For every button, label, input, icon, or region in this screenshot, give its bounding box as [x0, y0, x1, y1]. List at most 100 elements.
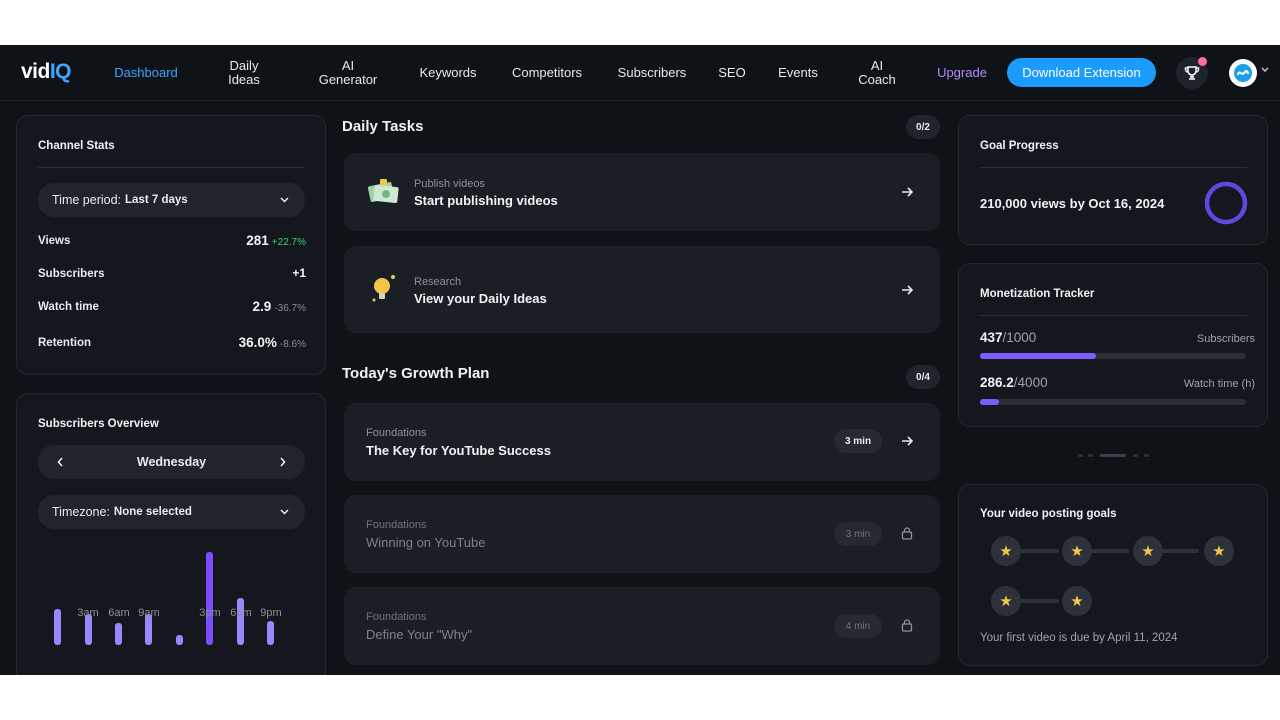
stat-label: Views — [38, 235, 71, 247]
current-value: 286.2 — [980, 375, 1014, 390]
task-publish-videos[interactable]: Publish videos Start publishing videos — [344, 153, 940, 231]
daily-tasks-title: Daily Tasks — [342, 118, 424, 135]
goal-progress-card: Goal Progress 210,000 views by Oct 16, 2… — [958, 115, 1268, 245]
lesson-kicker: Foundations — [366, 519, 427, 531]
lock-icon — [901, 619, 913, 632]
x-tick-label: 9am — [138, 607, 160, 619]
nav-dashboard[interactable]: Dashboard — [104, 45, 188, 101]
x-tick-label: 6pm — [230, 607, 252, 619]
posting-goals-footer: Your first video is due by April 11, 202… — [980, 632, 1178, 644]
chevron-down-icon — [280, 197, 289, 203]
arrow-right-icon — [902, 187, 914, 197]
stat-value: 281 +22.7% — [246, 233, 306, 248]
nav-daily-ideas[interactable]: Daily Ideas — [212, 45, 276, 101]
task-kicker: Publish videos — [414, 178, 485, 190]
subscriber-bar[interactable] — [176, 635, 183, 645]
stat-row-watch-time: Watch time 2.9 -36.7% — [38, 299, 306, 317]
star-icon: ★ — [1204, 536, 1234, 566]
chevron-left-icon[interactable] — [57, 457, 64, 467]
subscriber-bar[interactable] — [115, 623, 122, 645]
achievements-button[interactable] — [1176, 57, 1208, 89]
stat-number: 36.0% — [238, 335, 277, 350]
stat-label: Watch time — [38, 301, 99, 313]
carousel-dot[interactable] — [1088, 454, 1093, 457]
lesson-winning-on-youtube[interactable]: Foundations Winning on YouTube 3 min — [344, 495, 940, 573]
chevron-down-icon — [280, 509, 289, 515]
nav-ai-coach[interactable]: AI Coach — [847, 45, 907, 101]
chevron-right-icon[interactable] — [279, 457, 286, 467]
star-icon: ★ — [1062, 536, 1092, 566]
logo-text-iq: IQ — [49, 60, 72, 83]
target-value: /1000 — [1002, 330, 1037, 345]
subscriber-bar[interactable] — [237, 598, 244, 645]
nav-seo[interactable]: SEO — [712, 45, 752, 101]
day-selector: Wednesday — [38, 445, 305, 479]
nav-events[interactable]: Events — [768, 45, 828, 101]
carousel-indicator[interactable] — [1078, 454, 1150, 457]
carousel-dot[interactable] — [1078, 454, 1083, 457]
stat-label: Subscribers — [38, 268, 105, 280]
stat-label: Retention — [38, 337, 92, 349]
lesson-key-to-success[interactable]: Foundations The Key for YouTube Success … — [344, 403, 940, 481]
timezone-dropdown[interactable]: Timezone: None selected — [38, 495, 305, 529]
progress-label: Watch time (h) — [1183, 378, 1255, 390]
channel-logo-icon — [1234, 64, 1252, 82]
selected-day: Wednesday — [136, 455, 207, 469]
stat-number: 2.9 — [252, 299, 272, 314]
divider — [980, 315, 1247, 316]
subscribers-progress-bar — [980, 353, 1246, 359]
card-title: Your video posting goals — [980, 508, 1117, 520]
nav-upgrade[interactable]: Upgrade — [928, 45, 996, 101]
avatar[interactable] — [1229, 59, 1257, 87]
posting-goals-card: Your video posting goals ★ ★ ★ ★ ★ ★ You… — [958, 484, 1268, 666]
nav-subscribers[interactable]: Subscribers — [608, 45, 696, 101]
task-daily-ideas[interactable]: Research View your Daily Ideas — [344, 246, 940, 333]
task-kicker: Research — [414, 276, 462, 288]
star-icon: ★ — [991, 586, 1021, 616]
carousel-dot[interactable] — [1144, 454, 1149, 457]
dropdown-value: None selected — [113, 506, 192, 518]
stat-value: 2.9 -36.7% — [253, 299, 306, 314]
duration-badge: 4 min — [834, 614, 882, 638]
card-title: Goal Progress — [980, 140, 1059, 152]
growth-plan-count: 0/4 — [906, 365, 940, 389]
progress-label: Subscribers — [1196, 333, 1255, 345]
x-tick-label: 9pm — [260, 607, 282, 619]
duration-badge: 3 min — [834, 522, 882, 546]
download-extension-button[interactable]: Download Extension — [1007, 58, 1156, 87]
subscribers-bar-chart — [0, 45, 274, 645]
lesson-define-your-why[interactable]: Foundations Define Your "Why" 4 min — [344, 587, 940, 665]
arrow-right-icon — [902, 285, 914, 295]
progress-fill — [980, 353, 1097, 359]
goal-progress-ring — [1204, 181, 1248, 225]
money-icon — [367, 179, 399, 204]
stat-change: -36.7% — [274, 303, 306, 314]
nav-keywords[interactable]: Keywords — [410, 45, 486, 101]
carousel-dot[interactable] — [1133, 454, 1138, 457]
lesson-title: The Key for YouTube Success — [366, 443, 551, 458]
subscriber-bar[interactable] — [54, 609, 61, 645]
x-tick-label: 6am — [108, 607, 130, 619]
logo-text: vid — [21, 60, 50, 83]
channel-stats-card: Channel Stats Time period: Last 7 days V… — [16, 115, 326, 375]
notification-dot — [1198, 57, 1207, 66]
stat-change: -8.6% — [279, 339, 306, 350]
chevron-down-icon[interactable] — [1261, 67, 1269, 73]
star-icon: ★ — [991, 536, 1021, 566]
subscriber-bar[interactable] — [267, 621, 274, 645]
card-title: Channel Stats — [38, 140, 115, 152]
arrow-right-icon — [902, 436, 914, 446]
progress-fill — [980, 399, 1000, 405]
lesson-kicker: Foundations — [366, 427, 427, 439]
time-period-dropdown[interactable]: Time period: Last 7 days — [38, 183, 305, 217]
subscriber-bar[interactable] — [206, 552, 213, 645]
carousel-dot-active[interactable] — [1100, 454, 1126, 457]
nav-ai-generator[interactable]: AI Generator — [308, 45, 388, 101]
duration-badge: 3 min — [834, 429, 882, 453]
stat-number: +1 — [292, 266, 306, 280]
lesson-kicker: Foundations — [366, 611, 427, 623]
star-icon: ★ — [1133, 536, 1163, 566]
vidiq-logo[interactable]: vidIQ — [21, 60, 72, 84]
divider — [980, 167, 1247, 168]
nav-competitors[interactable]: Competitors — [502, 45, 592, 101]
